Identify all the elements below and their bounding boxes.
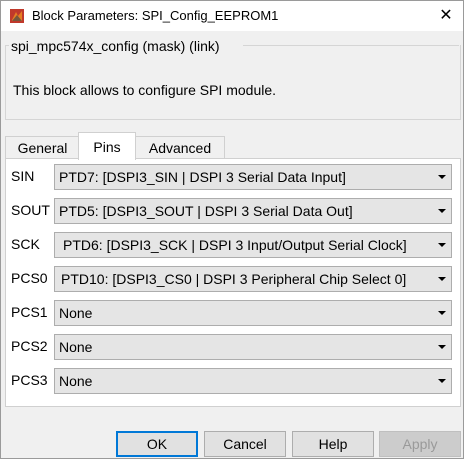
pins-tab-panel: SIN PTD7: [DSPI3_SIN | DSPI 3 Serial Dat…: [5, 158, 461, 407]
pcs3-dropdown[interactable]: None: [54, 368, 452, 394]
sck-dropdown[interactable]: PTD6: [DSPI3_SCK | DSPI 3 Input/Output S…: [54, 232, 452, 258]
ok-button[interactable]: OK: [116, 431, 198, 457]
window-title: Block Parameters: SPI_Config_EEPROM1: [32, 8, 279, 23]
chevron-down-icon: [438, 345, 446, 349]
dropdown-value: None: [59, 305, 93, 321]
dropdown-value: PTD10: [DSPI3_CS0 | DSPI 3 Peripheral Ch…: [61, 271, 407, 287]
pin-label: PCS2: [11, 338, 48, 354]
sin-dropdown[interactable]: PTD7: [DSPI3_SIN | DSPI 3 Serial Data In…: [54, 164, 452, 190]
chevron-down-icon: [438, 379, 446, 383]
mask-legend: spi_mpc574x_config (mask) (link): [11, 38, 220, 54]
chevron-down-icon: [438, 209, 446, 213]
dropdown-value: None: [59, 339, 93, 355]
dropdown-value: PTD5: [DSPI3_SOUT | DSPI 3 Serial Data O…: [59, 203, 353, 219]
simulink-block-icon: [10, 9, 24, 23]
pin-label: PCS1: [11, 304, 48, 320]
pcs2-dropdown[interactable]: None: [54, 334, 452, 360]
tab-general[interactable]: General: [5, 136, 80, 159]
tab-advanced[interactable]: Advanced: [135, 136, 225, 159]
chevron-down-icon: [438, 277, 446, 281]
dropdown-value: None: [59, 373, 93, 389]
chevron-down-icon: [438, 243, 446, 247]
block-parameters-dialog: Block Parameters: SPI_Config_EEPROM1 ✕ s…: [0, 0, 464, 459]
pin-label: SIN: [11, 168, 35, 184]
pcs1-dropdown[interactable]: None: [54, 300, 452, 326]
pin-label: SOUT: [11, 202, 50, 218]
close-icon[interactable]: ✕: [435, 5, 457, 27]
chevron-down-icon: [438, 175, 446, 179]
pin-label: PCS0: [11, 270, 48, 286]
chevron-down-icon: [438, 311, 446, 315]
pin-label: PCS3: [11, 372, 48, 388]
cancel-button[interactable]: Cancel: [204, 431, 286, 457]
pin-label: SCK: [11, 236, 40, 252]
pcs0-dropdown[interactable]: PTD10: [DSPI3_CS0 | DSPI 3 Peripheral Ch…: [54, 266, 452, 292]
dropdown-value: PTD7: [DSPI3_SIN | DSPI 3 Serial Data In…: [59, 169, 346, 185]
apply-button[interactable]: Apply: [379, 431, 461, 457]
title-bar: Block Parameters: SPI_Config_EEPROM1 ✕: [1, 1, 463, 31]
mask-description: This block allows to configure SPI modul…: [13, 82, 277, 98]
help-button[interactable]: Help: [292, 431, 374, 457]
sout-dropdown[interactable]: PTD5: [DSPI3_SOUT | DSPI 3 Serial Data O…: [54, 198, 452, 224]
tab-pins[interactable]: Pins: [78, 132, 136, 160]
dropdown-value: PTD6: [DSPI3_SCK | DSPI 3 Input/Output S…: [63, 237, 407, 253]
